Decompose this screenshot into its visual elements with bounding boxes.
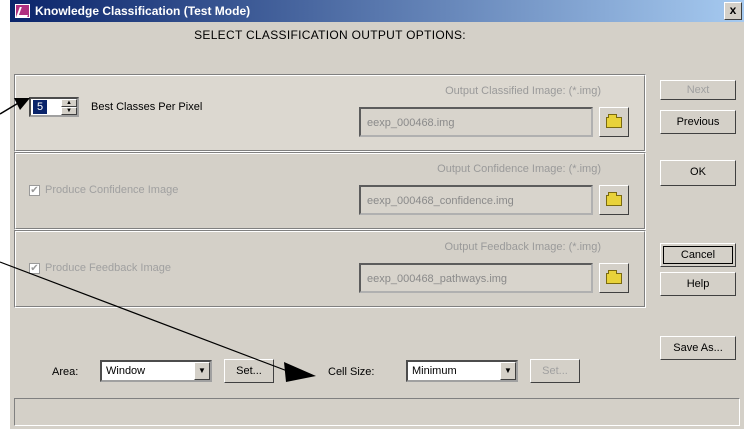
dialog-heading: SELECT CLASSIFICATION OUTPUT OPTIONS: [194, 28, 466, 42]
area-dropdown[interactable]: Window ▼ [100, 360, 212, 382]
cancel-button[interactable]: Cancel [660, 243, 736, 267]
folder-icon [606, 270, 622, 284]
area-label: Area: [52, 366, 79, 378]
chevron-down-icon[interactable]: ▼ [500, 362, 516, 380]
ok-button[interactable]: OK [660, 160, 736, 186]
feedback-checkbox-label: Produce Feedback Image [45, 262, 171, 274]
previous-button[interactable]: Previous [660, 110, 736, 134]
classified-panel: 5 ▲ ▼ Best Classes Per Pixel Output Clas… [14, 74, 646, 152]
output-feedback-field[interactable]: eexp_000468_pathways.img [359, 263, 593, 293]
confidence-panel: ✔ Produce Confidence Image Output Confid… [14, 152, 646, 230]
next-button[interactable]: Next [660, 80, 736, 100]
folder-icon [606, 114, 622, 128]
browse-classified-button[interactable] [599, 107, 629, 137]
save-as-button[interactable]: Save As... [660, 336, 736, 360]
title-bar: Knowledge Classification (Test Mode) x [10, 0, 744, 22]
cell-size-label: Cell Size: [328, 366, 375, 378]
browse-confidence-button[interactable] [599, 185, 629, 215]
spin-up-button[interactable]: ▲ [61, 99, 77, 107]
best-classes-label: Best Classes Per Pixel [91, 101, 203, 113]
confidence-checkbox[interactable]: ✔ [29, 185, 40, 196]
feedback-checkbox[interactable]: ✔ [29, 263, 40, 274]
confidence-checkbox-label: Produce Confidence Image [45, 184, 179, 196]
spin-down-button[interactable]: ▼ [61, 107, 77, 115]
output-classified-label: Output Classified Image: (*.img) [445, 85, 601, 97]
spinner-value[interactable]: 5 [33, 100, 47, 114]
help-button[interactable]: Help [660, 272, 736, 296]
output-confidence-label: Output Confidence Image: (*.img) [437, 163, 601, 175]
status-bar [14, 398, 740, 426]
area-set-button[interactable]: Set... [224, 359, 274, 383]
output-classified-field[interactable]: eexp_000468.img [359, 107, 593, 137]
dialog-window: Knowledge Classification (Test Mode) x S… [10, 0, 744, 429]
cell-size-dropdown-value: Minimum [412, 365, 457, 377]
cell-size-set-button[interactable]: Set... [530, 359, 580, 383]
cell-size-dropdown[interactable]: Minimum ▼ [406, 360, 518, 382]
browse-feedback-button[interactable] [599, 263, 629, 293]
output-confidence-field[interactable]: eexp_000468_confidence.img [359, 185, 593, 215]
chevron-down-icon[interactable]: ▼ [194, 362, 210, 380]
window-title: Knowledge Classification (Test Mode) [35, 4, 251, 18]
area-dropdown-value: Window [106, 365, 146, 377]
feedback-panel: ✔ Produce Feedback Image Output Feedback… [14, 230, 646, 308]
output-feedback-label: Output Feedback Image: (*.img) [444, 241, 601, 253]
folder-icon [606, 192, 622, 206]
close-button[interactable]: x [724, 2, 742, 20]
best-classes-spinner[interactable]: 5 ▲ ▼ [29, 97, 79, 117]
app-icon [15, 4, 30, 18]
